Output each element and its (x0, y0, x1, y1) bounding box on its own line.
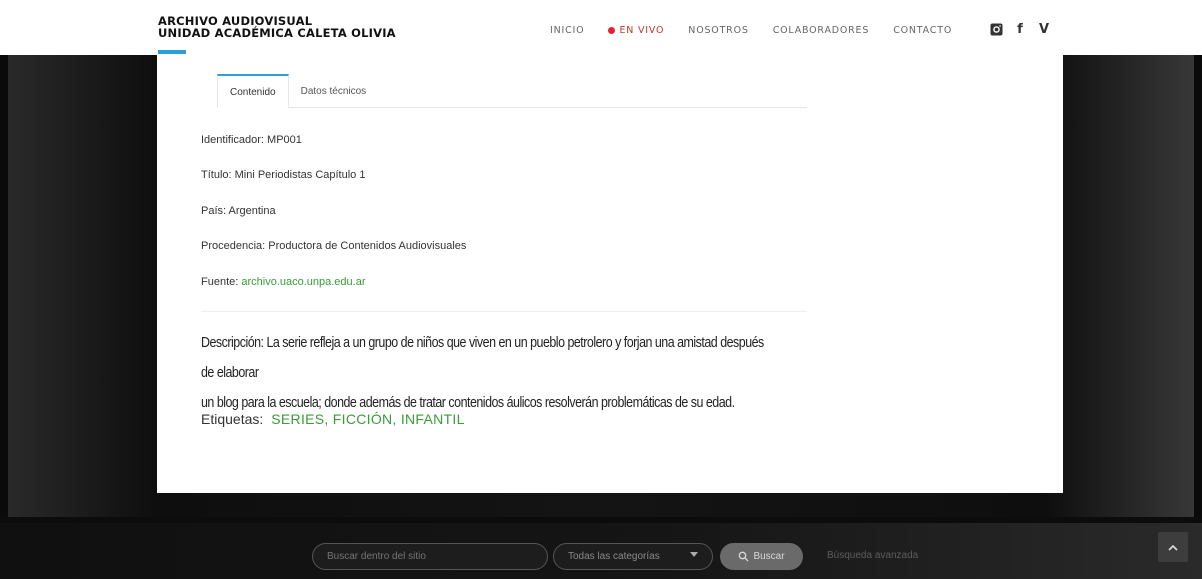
chevron-up-icon (1168, 544, 1178, 551)
vimeo-icon[interactable]: V (1037, 22, 1051, 37)
category-select[interactable]: Todas las categorías (553, 543, 713, 570)
site-search-input[interactable] (312, 543, 548, 570)
tab-datos-tecnicos[interactable]: Datos técnicos (289, 74, 379, 108)
nav-en-vivo-label: EN VIVO (619, 25, 665, 36)
nav-colaboradores[interactable]: COLABORADORES (773, 25, 870, 36)
nav-contacto[interactable]: CONTACTO (893, 25, 952, 36)
content-tabs: Contenido Datos técnicos (217, 74, 807, 108)
tab-contenido[interactable]: Contenido (217, 74, 289, 108)
background-right-edge (1194, 55, 1202, 523)
facebook-icon[interactable]: f (1013, 22, 1027, 37)
field-fuente: Fuente: archivo.uaco.unpa.edu.ar (201, 276, 366, 288)
section-divider (201, 311, 807, 312)
site-header: ARCHIVO AUDIOVISUAL UNIDAD ACADÉMICA CAL… (0, 0, 1202, 55)
tags-label: Etiquetas: (201, 411, 264, 427)
main-nav: INICIO EN VIVO NOSOTROS COLABORADORES CO… (550, 25, 976, 36)
field-procedencia: Procedencia: Productora de Contenidos Au… (201, 240, 467, 252)
advanced-search-link[interactable]: Búsqueda avanzada (827, 550, 918, 561)
category-select-value: Todas las categorías (568, 551, 660, 562)
chevron-down-icon (690, 552, 698, 557)
fuente-link[interactable]: archivo.uaco.unpa.edu.ar (241, 276, 365, 288)
nav-inicio[interactable]: INICIO (550, 25, 584, 36)
nav-nosotros[interactable]: NOSOTROS (688, 25, 748, 36)
content-card: Contenido Datos técnicos Identificador: … (157, 55, 1063, 493)
background-left-edge (0, 55, 8, 523)
nav-en-vivo[interactable]: EN VIVO (608, 25, 664, 36)
fuente-label: Fuente: (201, 276, 242, 288)
tags-links[interactable]: SERIES, FICCIÓN, INFANTIL (271, 411, 464, 427)
brand-subtitle: UNIDAD ACADÉMICA CALETA OLIVIA (158, 26, 396, 40)
field-identificador: Identificador: MP001 (201, 134, 302, 146)
social-links: f V (989, 22, 1061, 37)
search-icon (739, 551, 749, 562)
description-line-1: Descripción: La serie refleja a un grupo… (201, 334, 764, 381)
field-pais: País: Argentina (201, 205, 276, 217)
live-dot-icon (608, 27, 616, 34)
search-button-label: Buscar (753, 551, 785, 562)
brand-accent-bar (158, 50, 186, 54)
tags-row: Etiquetas: SERIES, FICCIÓN, INFANTIL (201, 411, 465, 427)
instagram-icon[interactable] (989, 22, 1003, 36)
field-titulo: Título: Mini Periodistas Capítulo 1 (201, 169, 366, 181)
search-button[interactable]: Buscar (720, 543, 803, 570)
site-logo[interactable]: ARCHIVO AUDIOVISUAL UNIDAD ACADÉMICA CAL… (158, 15, 396, 39)
scroll-to-top-button[interactable] (1158, 532, 1188, 562)
description-text: Descripción: La serie refleja a un grupo… (201, 328, 765, 418)
